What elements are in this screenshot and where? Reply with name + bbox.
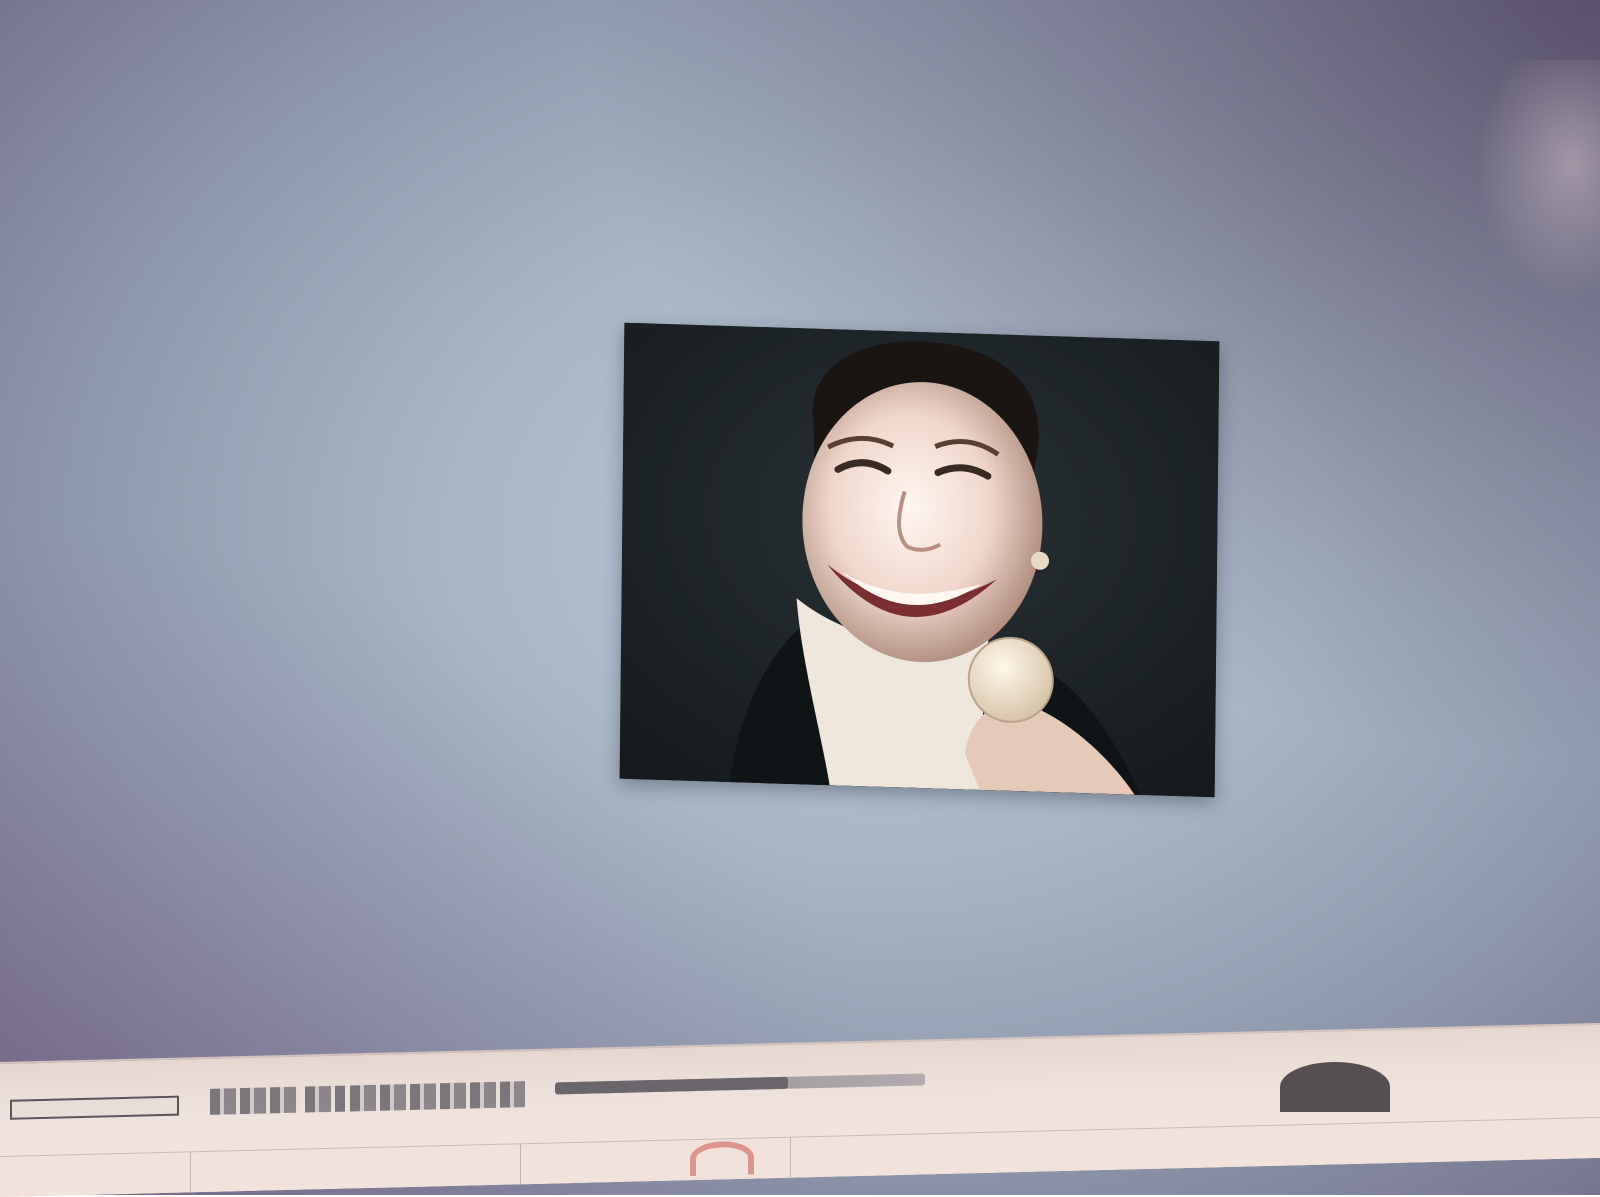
desktop-background xyxy=(0,0,1600,1195)
taskbar-search-field[interactable] xyxy=(10,1095,179,1120)
screen-reflection xyxy=(1280,1062,1390,1112)
browser-icon[interactable] xyxy=(690,1140,754,1177)
taskbar-divider xyxy=(520,1144,521,1185)
screen-glare xyxy=(1460,60,1600,320)
taskbar-window-button[interactable] xyxy=(350,1081,525,1112)
portrait-photo xyxy=(619,322,1220,798)
taskbar-divider xyxy=(790,1137,791,1178)
taskbar-window-button[interactable] xyxy=(210,1086,300,1115)
taskbar-progress-fill xyxy=(555,1076,789,1095)
taskbar-window-button[interactable] xyxy=(305,1085,345,1113)
taskbar-divider xyxy=(190,1152,191,1193)
coin xyxy=(967,636,1054,723)
taskbar-progress-bar xyxy=(555,1073,925,1095)
photo-viewer-window[interactable] xyxy=(619,322,1220,798)
